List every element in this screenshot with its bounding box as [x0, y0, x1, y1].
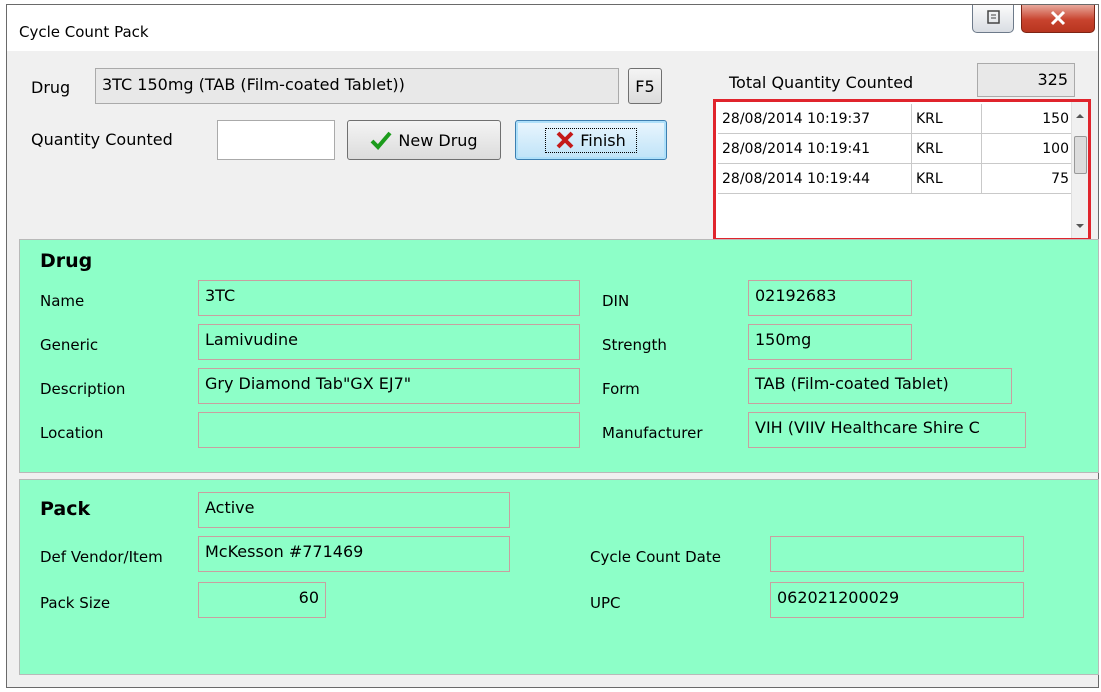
new-drug-button[interactable]: New Drug: [347, 120, 501, 160]
user-cell: KRL: [912, 134, 982, 164]
form-field[interactable]: TAB (Film-coated Tablet): [748, 368, 1012, 404]
list-item[interactable]: 28/08/2014 10:19:41 KRL 100: [718, 134, 1074, 164]
description-label: Description: [40, 380, 126, 398]
cycle-count-pack-window: Cycle Count Pack Drug 3TC 150mg (TAB (Fi…: [6, 4, 1099, 688]
window-title: Cycle Count Pack: [19, 23, 149, 41]
pack-section-header: Pack: [40, 498, 91, 520]
quantity-counted-input[interactable]: [217, 120, 335, 160]
upc-label: UPC: [590, 594, 621, 612]
location-label: Location: [40, 424, 104, 442]
qty-cell: 150: [982, 104, 1074, 134]
manufacturer-label: Manufacturer: [602, 424, 703, 442]
qty-cell: 75: [982, 164, 1074, 194]
din-label: DIN: [602, 292, 630, 310]
restore-button[interactable]: [972, 5, 1014, 33]
strength-field[interactable]: 150mg: [748, 324, 912, 360]
upc-field[interactable]: 062021200029: [770, 582, 1024, 618]
def-vendor-field[interactable]: McKesson #771469: [198, 536, 510, 572]
generic-label: Generic: [40, 336, 99, 354]
title-bar: Cycle Count Pack: [7, 5, 1098, 51]
name-field[interactable]: 3TC: [198, 280, 580, 316]
scroll-down-icon[interactable]: [1072, 218, 1088, 234]
quantity-counted-label: Quantity Counted: [31, 130, 173, 149]
user-cell: KRL: [912, 104, 982, 134]
finish-focus: Finish: [545, 127, 637, 153]
list-item[interactable]: 28/08/2014 10:19:44 KRL 75: [718, 164, 1074, 194]
count-list[interactable]: 28/08/2014 10:19:37 KRL 150 28/08/2014 1…: [713, 99, 1091, 241]
scroll-thumb[interactable]: [1074, 136, 1087, 174]
cycle-count-date-label: Cycle Count Date: [590, 548, 721, 566]
drug-label: Drug: [31, 78, 71, 97]
pack-size-label: Pack Size: [40, 594, 111, 612]
timestamp-cell: 28/08/2014 10:19:41: [718, 134, 912, 164]
timestamp-cell: 28/08/2014 10:19:44: [718, 164, 912, 194]
drug-section-header: Drug: [40, 250, 93, 272]
drug-field[interactable]: 3TC 150mg (TAB (Film-coated Tablet)): [95, 68, 619, 104]
pack-size-field[interactable]: 60: [198, 582, 326, 618]
total-quantity-field: 325: [977, 63, 1075, 97]
pack-panel: Pack Active Def Vendor/Item McKesson #77…: [19, 479, 1099, 675]
description-field[interactable]: Gry Diamond Tab"GX EJ7": [198, 368, 580, 404]
f5-button[interactable]: F5: [628, 68, 662, 104]
new-drug-label: New Drug: [398, 130, 478, 150]
din-field[interactable]: 02192683: [748, 280, 912, 316]
finish-button[interactable]: Finish: [515, 120, 667, 160]
x-icon: [556, 131, 574, 149]
strength-label: Strength: [602, 336, 667, 354]
cycle-count-date-field[interactable]: [770, 536, 1024, 572]
timestamp-cell: 28/08/2014 10:19:37: [718, 104, 912, 134]
manufacturer-field[interactable]: VIH (VIIV Healthcare Shire C: [748, 412, 1026, 448]
name-label: Name: [40, 292, 85, 310]
restore-icon: [987, 10, 1000, 24]
pack-status-field[interactable]: Active: [198, 492, 510, 528]
close-icon: [1050, 10, 1066, 26]
form-label: Form: [602, 380, 640, 398]
qty-cell: 100: [982, 134, 1074, 164]
generic-field[interactable]: Lamivudine: [198, 324, 580, 360]
user-cell: KRL: [912, 164, 982, 194]
location-field[interactable]: [198, 412, 580, 448]
drug-panel: Drug Name 3TC Generic Lamivudine Descrip…: [19, 239, 1099, 473]
list-item[interactable]: 28/08/2014 10:19:37 KRL 150: [718, 104, 1074, 134]
checkmark-icon: [370, 131, 392, 150]
total-quantity-label: Total Quantity Counted: [729, 73, 914, 92]
count-list-scrollbar[interactable]: [1071, 102, 1088, 238]
finish-label: Finish: [580, 130, 626, 150]
def-vendor-label: Def Vendor/Item: [40, 548, 163, 566]
scroll-up-icon[interactable]: [1072, 108, 1088, 124]
close-button[interactable]: [1021, 5, 1095, 33]
